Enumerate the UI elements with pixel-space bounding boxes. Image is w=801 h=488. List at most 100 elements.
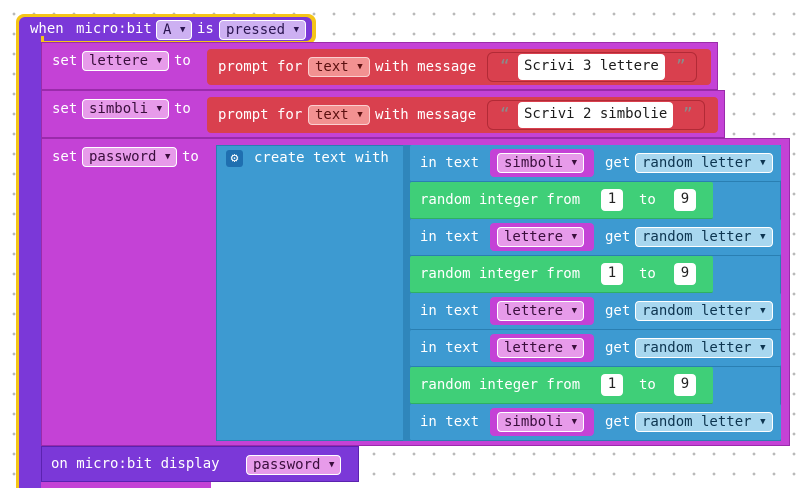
dropdown-caret-icon: ▼ (571, 232, 578, 242)
var-dropdown[interactable]: lettere ▼ (497, 301, 585, 321)
variable-reporter[interactable]: lettere ▼ (490, 223, 594, 251)
getter-value: random letter (642, 414, 752, 430)
random-from-input[interactable]: 1 (601, 263, 623, 285)
var-dropdown-simboli[interactable]: simboli ▼ (82, 99, 170, 119)
in-text-get-block[interactable]: in text simboli ▼ get random letter ▼ (410, 404, 781, 441)
dropdown-caret-icon: ▼ (760, 158, 766, 168)
set-label: set (52, 53, 78, 69)
getter-value: random letter (642, 340, 752, 356)
random-to-value: 9 (680, 376, 690, 392)
getter-dropdown[interactable]: random letter ▼ (635, 412, 773, 432)
get-label: get (605, 303, 631, 319)
random-label: random integer from (420, 266, 581, 282)
action-value: pressed (226, 22, 286, 38)
gear-icon[interactable]: ⚙ (226, 150, 243, 167)
var-dropdown[interactable]: simboli ▼ (497, 153, 585, 173)
getter-value: random letter (642, 155, 752, 171)
dropdown-caret-icon: ▼ (180, 25, 186, 35)
in-text-get-block[interactable]: in text lettere ▼ get random letter ▼ (410, 330, 781, 367)
random-to-input[interactable]: 9 (674, 189, 696, 211)
var-value: simboli (504, 155, 564, 171)
message-input[interactable]: Scrivi 2 simbolie (518, 102, 674, 128)
dropdown-caret-icon: ▼ (571, 417, 578, 427)
random-to-value: 9 (680, 265, 690, 281)
variable-reporter[interactable]: lettere ▼ (490, 334, 594, 362)
var-dropdown[interactable]: lettere ▼ (497, 338, 585, 358)
event-body (19, 36, 41, 488)
when-label: when (30, 21, 64, 37)
to-label: to (174, 53, 191, 69)
dropdown-caret-icon: ▼ (357, 110, 363, 120)
random-from-input[interactable]: 1 (601, 374, 623, 396)
set-label: set (52, 149, 78, 165)
button-dropdown[interactable]: A ▼ (156, 20, 193, 40)
with-message-label: with message (375, 59, 477, 75)
quote-close-icon: ” (676, 56, 686, 75)
var-dropdown-password[interactable]: password ▼ (82, 147, 178, 167)
type-value: text (315, 59, 349, 75)
getter-dropdown[interactable]: random letter ▼ (635, 227, 773, 247)
display-block-tail (41, 482, 211, 488)
type-value: text (315, 107, 349, 123)
random-from-input[interactable]: 1 (601, 189, 623, 211)
type-dropdown[interactable]: text ▼ (308, 105, 370, 125)
random-integer-block[interactable]: random integer from 1 to 9 (410, 367, 713, 404)
dropdown-caret-icon: ▼ (357, 62, 363, 72)
in-text-label: in text (420, 303, 480, 319)
dropdown-caret-icon: ▼ (760, 306, 766, 316)
var-dropdown[interactable]: lettere ▼ (497, 227, 585, 247)
display-label: on micro:bit display (51, 456, 220, 472)
prompt-label: prompt for (218, 59, 303, 75)
message-input[interactable]: Scrivi 3 lettere (518, 54, 665, 80)
in-text-get-block[interactable]: in text simboli ▼ get random letter ▼ (410, 145, 781, 182)
message-value: Scrivi 3 lettere (524, 58, 659, 74)
getter-dropdown[interactable]: random letter ▼ (635, 301, 773, 321)
var-value: simboli (89, 101, 149, 117)
dropdown-caret-icon: ▼ (760, 343, 766, 353)
random-to-label: to (639, 266, 656, 282)
var-dropdown-lettere[interactable]: lettere ▼ (82, 51, 170, 71)
quote-open-icon: “ (500, 56, 510, 75)
getter-dropdown[interactable]: random letter ▼ (635, 338, 773, 358)
get-label: get (605, 155, 631, 171)
random-label: random integer from (420, 192, 581, 208)
random-integer-block[interactable]: random integer from 1 to 9 (410, 182, 713, 219)
random-to-input[interactable]: 9 (674, 263, 696, 285)
random-to-label: to (639, 377, 656, 393)
random-to-input[interactable]: 9 (674, 374, 696, 396)
getter-value: random letter (642, 303, 752, 319)
random-from-value: 1 (607, 376, 617, 392)
set-label: set (52, 101, 78, 117)
variable-reporter[interactable]: lettere ▼ (490, 297, 594, 325)
prompt-label: prompt for (218, 107, 303, 123)
var-dropdown[interactable]: simboli ▼ (497, 412, 585, 432)
get-label: get (605, 340, 631, 356)
getter-value: random letter (642, 229, 752, 245)
in-text-get-block[interactable]: in text lettere ▼ get random letter ▼ (410, 219, 781, 256)
random-to-label: to (639, 192, 656, 208)
getter-dropdown[interactable]: random letter ▼ (635, 153, 773, 173)
variable-reporter[interactable]: simboli ▼ (490, 149, 594, 177)
get-label: get (605, 414, 631, 430)
variable-reporter[interactable]: simboli ▼ (490, 408, 594, 436)
var-value: lettere (89, 53, 149, 69)
var-dropdown-display[interactable]: password ▼ (246, 455, 342, 475)
in-text-label: in text (420, 414, 480, 430)
dropdown-caret-icon: ▼ (293, 25, 300, 35)
random-from-value: 1 (607, 265, 617, 281)
with-message-label: with message (375, 107, 477, 123)
message-value: Scrivi 2 simbolie (524, 106, 668, 122)
quote-open-icon: “ (500, 104, 510, 123)
var-value: simboli (504, 414, 564, 430)
var-value: lettere (504, 229, 564, 245)
type-dropdown[interactable]: text ▼ (308, 57, 370, 77)
in-text-get-block[interactable]: in text lettere ▼ get random letter ▼ (410, 293, 781, 330)
dropdown-caret-icon: ▼ (571, 343, 578, 353)
action-dropdown[interactable]: pressed ▼ (219, 20, 307, 40)
random-from-value: 1 (607, 191, 617, 207)
get-label: get (605, 229, 631, 245)
var-value: password (89, 149, 157, 165)
in-text-label: in text (420, 340, 480, 356)
random-integer-block[interactable]: random integer from 1 to 9 (410, 256, 713, 293)
button-value: A (163, 22, 172, 38)
